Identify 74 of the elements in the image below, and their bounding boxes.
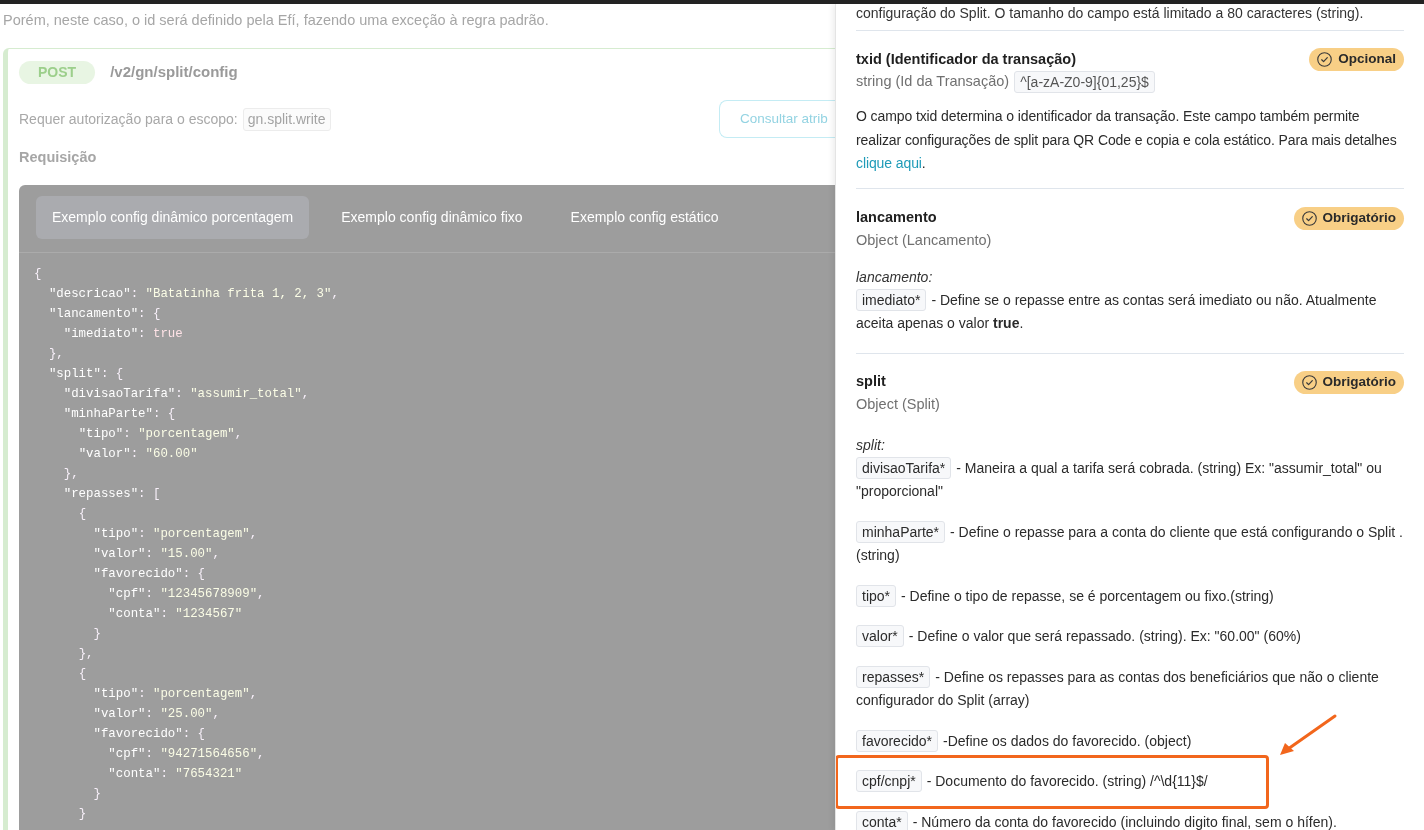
code-line: "tipo": "porcentagem", bbox=[93, 685, 258, 703]
badge-label: Obrigatório bbox=[1322, 372, 1396, 391]
example-tab[interactable]: Exemplo config dinâmico porcentagem bbox=[36, 196, 310, 239]
field-code: conta* bbox=[856, 810, 908, 830]
code-line: "tipo": "porcentagem", bbox=[93, 525, 258, 543]
field-code: imediato* bbox=[856, 288, 927, 311]
code-line: "repasses": [ bbox=[63, 485, 161, 503]
code-line: "imediato": true bbox=[63, 325, 183, 343]
field-code: valor* bbox=[856, 625, 904, 647]
object-label: lancamento: bbox=[856, 267, 933, 287]
code-line: "valor": "25.00", bbox=[93, 705, 220, 723]
example-tab[interactable]: Exemplo config dinâmico fixo bbox=[325, 196, 539, 239]
code-line: "descricao": "Batatinha frita 1, 2, 3", bbox=[48, 285, 339, 303]
method-badge: POST bbox=[19, 61, 96, 84]
code-line: { bbox=[78, 505, 87, 523]
field-title: txid (Identificador da transação) bbox=[856, 49, 1076, 69]
field-description: valor* - Define o valor que será repassado. (string). Ex: "60.00" (60%) bbox=[856, 625, 1301, 649]
badge-label: Opcional bbox=[1338, 50, 1396, 69]
code-line: "favorecido": { bbox=[93, 725, 206, 743]
code-line: } bbox=[93, 625, 101, 643]
note-text: Porém, neste caso, o id será definido pela Efí, fazendo uma exceção à regra padrão. bbox=[2, 11, 550, 30]
object-label: split: bbox=[856, 435, 885, 455]
field-description: divisaoTarifa* - Maneira a qual a tarifa será cobrada. (string) Ex: "assumir_total" ou "proporcional" bbox=[856, 456, 1404, 504]
field-title: split bbox=[856, 372, 886, 392]
field-code: minhaParte* bbox=[856, 520, 946, 543]
scope-label: Requer autorização para o escopo: bbox=[19, 109, 238, 129]
code-line: } bbox=[78, 805, 87, 823]
endpoint-path: /v2/gn/split/config bbox=[110, 62, 238, 83]
field-description: favorecido* -Define os dados do favorecido. (object) bbox=[856, 729, 1192, 753]
field-description: minhaParte* - Define o repasse para a conta do cliente que está configurando o Split . (string) bbox=[856, 520, 1404, 568]
code-line: "favorecido": { bbox=[93, 565, 206, 583]
intro-text: configuração do Split. O tamanho do campo está limitado a 80 caracteres (string). bbox=[856, 4, 1404, 31]
field-description: tipo* - Define o tipo de repasse, se é porcentagem ou fixo.(string) bbox=[856, 584, 1274, 608]
scope-code: gn.split.write bbox=[242, 107, 331, 131]
code-line: "cpf": "94271564656", bbox=[108, 745, 265, 763]
code-line: "valor": "60.00" bbox=[78, 445, 198, 463]
field-description: repasses* - Define os repasses para as contas dos beneficiários que não o cliente configurador do Split (array) bbox=[856, 665, 1404, 713]
code-line: "split": { bbox=[48, 365, 124, 383]
field-type: Object (Lancamento) bbox=[856, 230, 992, 250]
code-line: }, bbox=[63, 465, 79, 483]
check-circle-icon bbox=[1317, 52, 1333, 67]
example-tab[interactable]: Exemplo config estático bbox=[554, 196, 735, 239]
field-type: Object (Split) bbox=[856, 394, 940, 414]
pattern-code: ^[a-zA-Z0-9]{01,25}$ bbox=[1014, 71, 1155, 93]
field-code: favorecido* bbox=[856, 729, 939, 752]
code-line: { bbox=[78, 665, 87, 683]
code-line: "conta": "1234567" bbox=[108, 605, 243, 623]
field-description: imediato* - Define se o repasse entre as contas será imediato ou não. Atualmente aceita apenas o valor true. bbox=[856, 288, 1404, 336]
code-line: { bbox=[34, 265, 42, 283]
arrow-icon bbox=[1279, 714, 1337, 756]
field-code: repasses* bbox=[856, 665, 931, 688]
field-code: cpf/cnpj* bbox=[856, 770, 922, 792]
code-line: }, bbox=[78, 645, 94, 663]
field-title: lancamento bbox=[856, 208, 937, 228]
code-line: } bbox=[93, 785, 101, 803]
field-paragraph: O campo txid determina o identificador da transação. Este campo também permite realizar configurações de split para QR Code e copia e cola estático. Para mais detalhes clique aqui. bbox=[856, 107, 1398, 173]
field-code: tipo* bbox=[856, 584, 897, 607]
badge-label: Obrigatório bbox=[1322, 208, 1396, 227]
code-line: "valor": "15.00", bbox=[93, 545, 220, 563]
code-line: "minhaParte": { bbox=[63, 405, 176, 423]
code-line: }, bbox=[48, 345, 64, 363]
request-label: Requisição bbox=[19, 148, 97, 167]
check-circle-icon bbox=[1301, 210, 1317, 226]
code-line: "cpf": "12345678909", bbox=[108, 585, 265, 603]
code-line: "conta": "7654321" bbox=[108, 765, 243, 783]
code-line: "tipo": "porcentagem", bbox=[78, 425, 243, 443]
field-type: string (Id da Transação) bbox=[856, 72, 1010, 92]
field-code: divisaoTarifa* bbox=[856, 456, 952, 479]
code-line: "lancamento": { bbox=[48, 305, 161, 323]
details-link[interactable]: clique aqui bbox=[856, 155, 922, 171]
field-description: conta* - Número da conta do favorecido (incluindo digito final, sem o hífen). bbox=[856, 810, 1337, 830]
check-circle-icon bbox=[1301, 374, 1317, 390]
code-line: "divisaoTarifa": "assumir_total", bbox=[63, 385, 310, 403]
field-description: cpf/cnpj* - Documento do favorecido. (string) /^\d{11}$/ bbox=[856, 770, 1208, 794]
